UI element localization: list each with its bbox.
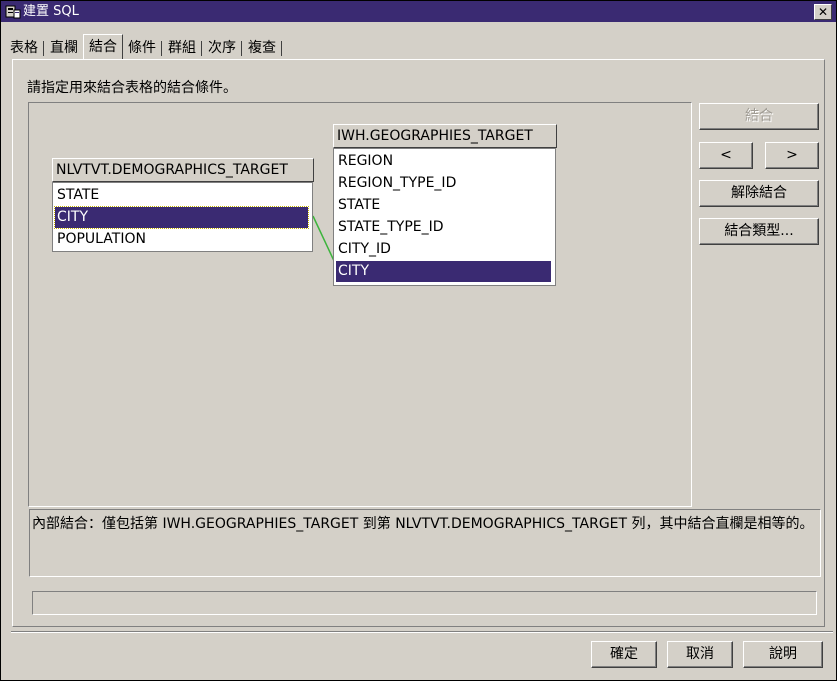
cancel-button[interactable]: 取消 [667, 641, 733, 668]
list-item[interactable]: REGION [336, 151, 551, 172]
close-icon: ✕ [817, 5, 829, 19]
join-button[interactable]: 結合 [699, 103, 819, 130]
tab-divider [201, 41, 202, 56]
list-item-selected[interactable]: CITY [336, 261, 551, 282]
tab-divider [161, 41, 162, 56]
list-item[interactable]: REGION_TYPE_ID [336, 173, 551, 194]
tab-columns[interactable]: 直欄 [47, 37, 81, 59]
tab-divider [241, 41, 242, 56]
left-table-box[interactable]: NLVTVT.DEMOGRAPHICS_TARGET STATE CITY PO… [52, 158, 314, 252]
unjoin-button[interactable]: 解除結合 [699, 180, 819, 207]
progress-bar [32, 591, 817, 615]
join-description-box: 內部結合：僅包括第 IWH.GEOGRAPHIES_TARGET 到第 NLVT… [29, 509, 821, 577]
right-table-columns[interactable]: REGION REGION_TYPE_ID STATE STATE_TYPE_I… [333, 148, 556, 286]
right-table-header[interactable]: IWH.GEOGRAPHIES_TARGET [333, 124, 557, 148]
list-item[interactable]: STATE_TYPE_ID [336, 217, 551, 238]
join-description: 內部結合：僅包括第 IWH.GEOGRAPHIES_TARGET 到第 NLVT… [32, 516, 814, 532]
join-instruction: 請指定用來結合表格的結合條件。 [27, 80, 237, 96]
footer-divider [11, 631, 833, 633]
list-item[interactable]: STATE [336, 195, 551, 216]
tab-divider [281, 41, 282, 56]
join-canvas[interactable]: NLVTVT.DEMOGRAPHICS_TARGET STATE CITY PO… [28, 102, 692, 507]
close-button[interactable]: ✕ [814, 4, 832, 20]
title-bar[interactable]: 建置 SQL ✕ [1, 1, 836, 22]
previous-join-button[interactable]: < [699, 142, 753, 169]
list-item[interactable]: STATE [55, 185, 308, 206]
tab-divider [43, 41, 44, 56]
next-join-button[interactable]: > [765, 142, 819, 169]
tab-order[interactable]: 次序 [205, 37, 239, 59]
tab-groups[interactable]: 群組 [165, 37, 199, 59]
join-type-button[interactable]: 結合類型... [699, 218, 819, 245]
list-item[interactable]: CITY_ID [336, 239, 551, 260]
ok-button[interactable]: 確定 [591, 641, 657, 668]
tab-conditions[interactable]: 條件 [125, 37, 159, 59]
right-table-box[interactable]: IWH.GEOGRAPHIES_TARGET REGION REGION_TYP… [333, 124, 557, 286]
list-item-selected[interactable]: CITY [54, 206, 309, 229]
left-table-columns[interactable]: STATE CITY POPULATION [52, 182, 313, 252]
left-table-header[interactable]: NLVTVT.DEMOGRAPHICS_TARGET [52, 158, 314, 182]
tab-review[interactable]: 複查 [245, 37, 279, 59]
build-sql-dialog: 建置 SQL ✕ 表格 直欄 結合 條件 群組 次序 複查 請指定用來結合表格的… [0, 0, 837, 681]
tab-joins[interactable]: 結合 [83, 34, 123, 60]
window-title: 建置 SQL [23, 4, 79, 19]
tab-tables[interactable]: 表格 [7, 37, 41, 59]
list-item[interactable]: POPULATION [55, 229, 308, 250]
database-sql-icon [5, 5, 21, 19]
help-button[interactable]: 說明 [743, 641, 823, 668]
